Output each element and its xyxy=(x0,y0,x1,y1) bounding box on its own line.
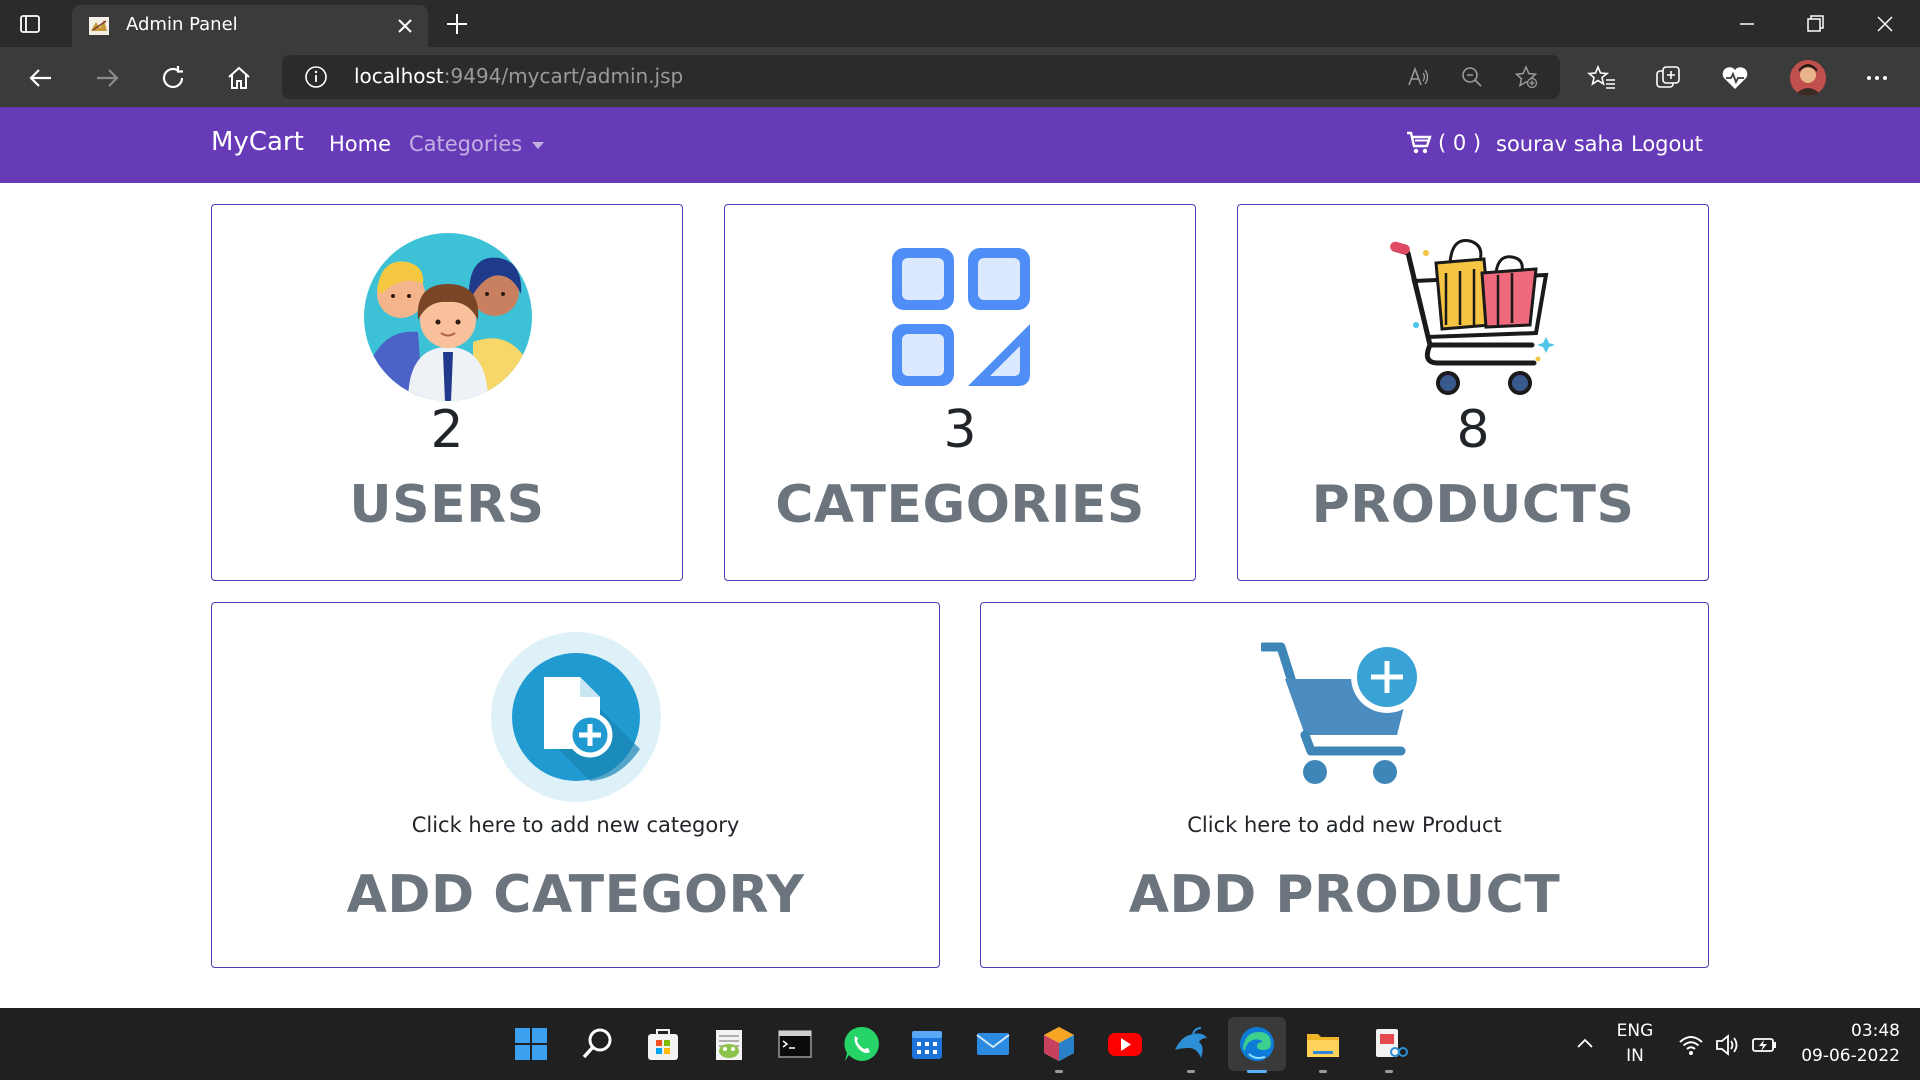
categories-label: CATEGORIES xyxy=(775,475,1145,535)
nav-logout[interactable]: Logout xyxy=(1631,132,1703,156)
mysql-workbench-icon[interactable] xyxy=(1171,1024,1211,1064)
add-product-hint: Click here to add new Product xyxy=(1187,813,1502,837)
mail-icon[interactable] xyxy=(973,1024,1013,1064)
windows-start-icon[interactable] xyxy=(511,1024,551,1064)
browser-toolbar: localhost:9494/mycart/admin.jsp xyxy=(0,47,1920,107)
site-info-icon[interactable] xyxy=(304,65,328,89)
microsoft-store-icon[interactable] xyxy=(643,1024,683,1064)
add-category-card[interactable]: Click here to add new category ADD CATEG… xyxy=(211,602,940,968)
new-tab-icon[interactable] xyxy=(444,11,470,37)
edge-browser-icon[interactable] xyxy=(1237,1024,1277,1064)
browser-essentials-icon[interactable] xyxy=(1720,63,1750,93)
chevron-up-icon[interactable] xyxy=(1573,1032,1597,1056)
categories-count: 3 xyxy=(943,400,977,460)
notepad-plus-icon[interactable] xyxy=(709,1024,749,1064)
nav-home[interactable]: Home xyxy=(329,132,391,156)
products-card[interactable]: 8 PRODUCTS xyxy=(1237,204,1709,581)
favorites-icon[interactable] xyxy=(1587,63,1617,93)
browser-tab-admin-panel[interactable]: Admin Panel xyxy=(72,5,428,47)
close-tab-icon[interactable] xyxy=(394,15,416,37)
users-card[interactable]: 2 USERS xyxy=(211,204,683,581)
users-count: 2 xyxy=(430,400,464,460)
nav-categories-dropdown[interactable]: Categories xyxy=(409,132,545,156)
running-indicator xyxy=(1055,1070,1063,1073)
add-category-hint: Click here to add new category xyxy=(411,813,740,837)
cart-icon xyxy=(1407,131,1432,154)
os-taskbar: ENG IN 03:48 09-06-2022 xyxy=(0,1008,1920,1080)
back-icon[interactable] xyxy=(26,63,56,93)
file-explorer-icon[interactable] xyxy=(1303,1024,1343,1064)
products-icon xyxy=(1390,238,1555,395)
users-label: USERS xyxy=(349,475,545,535)
profile-avatar[interactable] xyxy=(1790,60,1826,96)
netbeans-icon[interactable] xyxy=(1039,1024,1079,1064)
clock-time[interactable]: 03:48 xyxy=(1790,1021,1900,1041)
categories-card[interactable]: 3 CATEGORIES xyxy=(724,204,1196,581)
profile-photo-icon xyxy=(1790,60,1826,96)
battery-charging-icon[interactable] xyxy=(1750,1032,1778,1058)
add-cart-icon xyxy=(1261,641,1423,784)
active-indicator xyxy=(1247,1070,1267,1073)
close-window-icon[interactable] xyxy=(1873,12,1897,36)
tab-title: Admin Panel xyxy=(126,14,238,35)
running-indicator xyxy=(1319,1070,1327,1073)
minimize-icon[interactable] xyxy=(1735,12,1759,36)
running-indicator xyxy=(1385,1070,1393,1073)
read-aloud-icon[interactable] xyxy=(1406,65,1430,89)
search-icon[interactable] xyxy=(577,1024,617,1064)
language-indicator-bottom: IN xyxy=(1626,1046,1644,1066)
chevron-down-icon xyxy=(532,141,545,149)
url-text[interactable]: localhost:9494/mycart/admin.jsp xyxy=(354,64,683,88)
home-icon[interactable] xyxy=(224,63,254,93)
terminal-icon[interactable] xyxy=(775,1024,815,1064)
snipping-tool-icon[interactable] xyxy=(1369,1024,1409,1064)
browser-tab-strip: Admin Panel xyxy=(0,0,1920,47)
url-path: :9494/mycart/admin.jsp xyxy=(443,64,684,88)
restore-icon[interactable] xyxy=(1803,12,1827,36)
language-indicator-top[interactable]: ENG xyxy=(1610,1021,1660,1041)
add-product-card[interactable]: Click here to add new Product ADD PRODUC… xyxy=(980,602,1709,968)
cart-link[interactable]: ( 0 ) xyxy=(1406,131,1481,155)
url-host: localhost xyxy=(354,64,444,88)
refresh-icon[interactable] xyxy=(158,63,188,93)
calendar-icon[interactable] xyxy=(907,1024,947,1064)
nav-categories-label: Categories xyxy=(409,132,523,156)
products-count: 8 xyxy=(1456,400,1490,460)
add-favorite-icon[interactable] xyxy=(1514,65,1538,89)
volume-icon[interactable] xyxy=(1714,1032,1740,1058)
whatsapp-icon[interactable] xyxy=(841,1024,881,1064)
tab-favicon-icon xyxy=(89,17,109,35)
clock-date: 09-06-2022 xyxy=(1801,1046,1900,1066)
add-file-icon xyxy=(491,632,661,802)
products-label: PRODUCTS xyxy=(1311,475,1635,535)
forward-icon[interactable] xyxy=(92,63,122,93)
running-indicator xyxy=(1187,1070,1195,1073)
address-bar[interactable]: localhost:9494/mycart/admin.jsp xyxy=(282,55,1560,99)
categories-icon xyxy=(892,248,1030,386)
brand-link[interactable]: MyCart xyxy=(211,127,304,157)
tab-actions-icon[interactable] xyxy=(18,12,42,36)
collections-icon[interactable] xyxy=(1653,63,1683,93)
add-category-label: ADD CATEGORY xyxy=(346,865,805,925)
zoom-out-icon[interactable] xyxy=(1460,65,1484,89)
site-navbar: MyCart Home Categories ( 0 ) sourav saha… xyxy=(0,107,1920,183)
add-product-label: ADD PRODUCT xyxy=(1128,865,1561,925)
cart-count: ( 0 ) xyxy=(1438,131,1482,155)
users-icon xyxy=(364,233,532,401)
nav-user-name[interactable]: sourav saha xyxy=(1496,132,1624,156)
youtube-icon[interactable] xyxy=(1105,1024,1145,1064)
more-options-icon[interactable] xyxy=(1862,63,1892,93)
wifi-icon[interactable] xyxy=(1678,1032,1704,1058)
